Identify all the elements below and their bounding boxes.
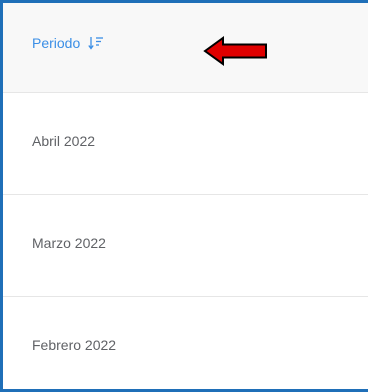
period-column-header-label: Periodo (32, 35, 81, 51)
table-header-row: Periodo (3, 3, 368, 93)
table-row[interactable]: Abril 2022 (3, 93, 368, 195)
left-arrow-icon (203, 36, 267, 66)
period-cell: Marzo 2022 (32, 235, 106, 251)
period-cell: Abril 2022 (32, 133, 96, 149)
period-column-header[interactable]: Periodo (32, 33, 104, 53)
period-cell: Febrero 2022 (32, 337, 117, 353)
table-frame: Periodo Abril 2022 Marzo 2022 Febrero 20… (0, 0, 368, 392)
table-row[interactable]: Febrero 2022 (3, 297, 368, 389)
sort-descending-icon[interactable] (88, 36, 104, 50)
table-row[interactable]: Marzo 2022 (3, 195, 368, 297)
